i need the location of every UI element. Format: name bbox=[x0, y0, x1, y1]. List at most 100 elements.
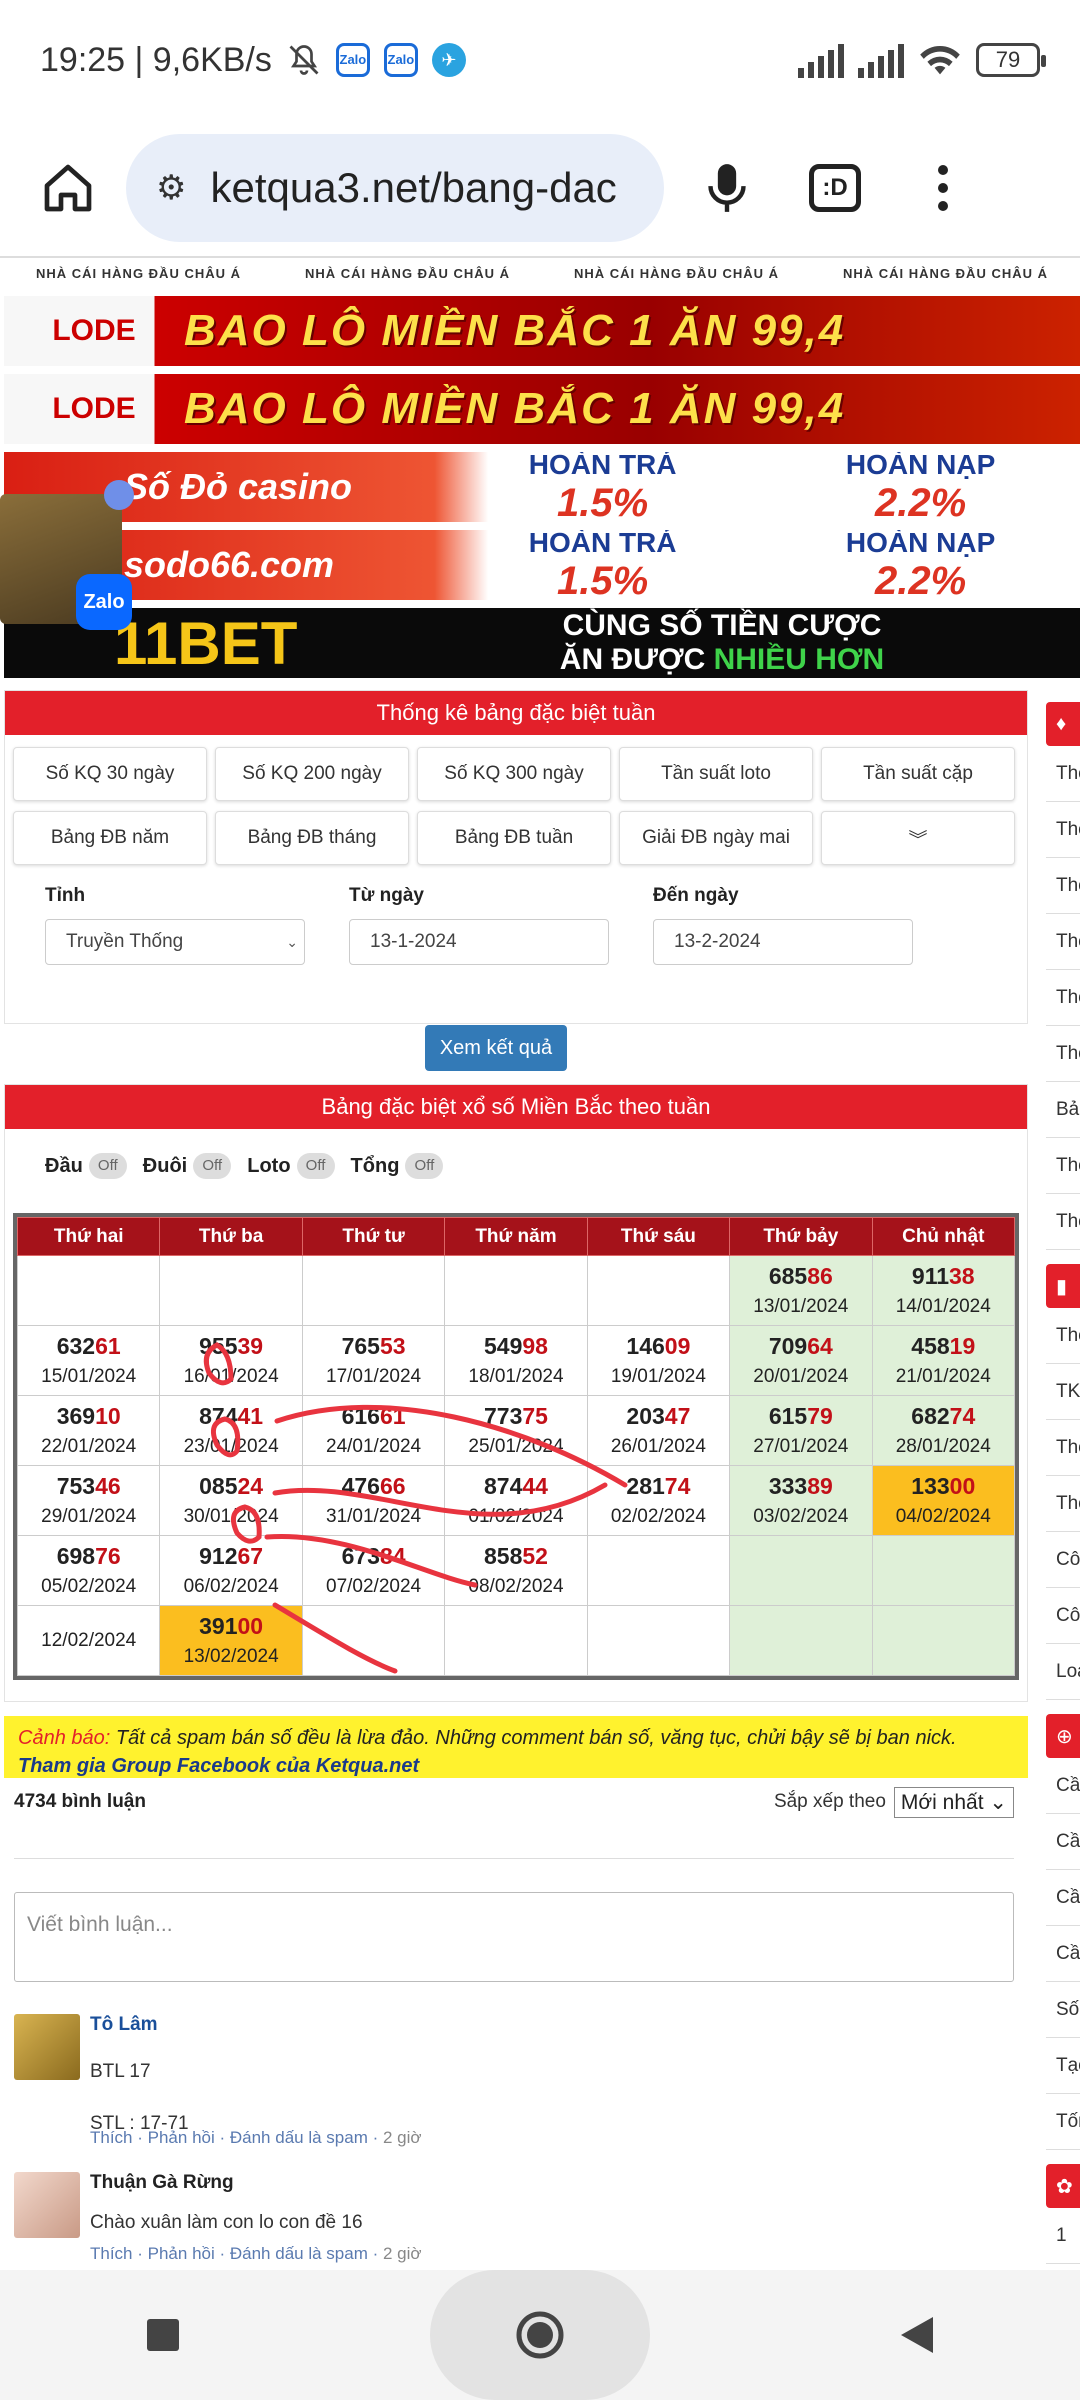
sidebar-link[interactable]: The bbox=[1046, 1476, 1080, 1532]
home-button[interactable] bbox=[28, 148, 108, 228]
sidebar-link[interactable]: The the bbox=[1046, 1138, 1080, 1194]
toggle-switch[interactable]: Off bbox=[296, 1153, 335, 1179]
sidebar-link[interactable]: The bbox=[1046, 746, 1080, 802]
province-select[interactable]: Truyền Thống ⌄ bbox=[45, 919, 305, 965]
to-date-input[interactable]: 13-2-2024 bbox=[653, 919, 913, 965]
sort-select[interactable]: Mới nhất ⌄ bbox=[893, 1786, 1014, 1818]
mark-spam-link[interactable]: Đánh dấu là spam bbox=[230, 2244, 368, 2263]
comment-actions: Thích · Phản hồi · Đánh dấu là spam · 2 … bbox=[90, 2244, 422, 2263]
sidebar-section-header: ✿ bbox=[1046, 2164, 1080, 2208]
result-head-digits: 203 bbox=[626, 1403, 665, 1429]
result-tail-digits: 52 bbox=[522, 1543, 548, 1569]
toggle-label: Loto bbox=[247, 1154, 291, 1177]
facebook-group-link[interactable]: Tham gia Group Facebook của Ketqua.net bbox=[18, 1752, 1014, 1780]
circle-icon bbox=[516, 2311, 564, 2359]
sodo-refund-label: HOÀN TRẢ bbox=[528, 530, 677, 558]
btn-tan-suat-loto[interactable]: Tần suất loto bbox=[619, 747, 813, 801]
banner-lode-2[interactable]: LODE BAO LÔ MIỀN BẮC 1 ĂN 99,4 bbox=[4, 374, 1080, 444]
result-cell bbox=[444, 1605, 588, 1676]
toggle-switch[interactable]: Off bbox=[405, 1153, 444, 1179]
btn-bang-db-tuan[interactable]: Bảng ĐB tuần bbox=[417, 811, 611, 865]
sidebar-link[interactable]: Cô bbox=[1046, 1532, 1080, 1588]
btn-kq-200[interactable]: Số KQ 200 ngày bbox=[215, 747, 409, 801]
result-tail-digits: 76 bbox=[95, 1543, 121, 1569]
toggle-switch[interactable]: Off bbox=[88, 1153, 127, 1179]
banner-sodo-1[interactable]: Số Đỏ casino HOÀN TRẢ 1.5% HOÀN NẠP 2.2% bbox=[4, 452, 1080, 522]
sidebar-link[interactable]: The bbox=[1046, 1194, 1080, 1250]
banner-lode-1[interactable]: LODE BAO LÔ MIỀN BẮC 1 ĂN 99,4 bbox=[4, 296, 1080, 366]
avatar[interactable] bbox=[14, 2172, 80, 2238]
sidebar-link[interactable]: The bbox=[1046, 1308, 1080, 1364]
banner-sodo-2[interactable]: sodo66.com HOÀN TRẢ 1.5% HOÀN NẠP 2.2% bbox=[4, 530, 1080, 600]
sidebar-link[interactable]: TK bbox=[1046, 1364, 1080, 1420]
sidebar-link[interactable]: Cầ bbox=[1046, 1814, 1080, 1870]
btn-bang-db-nam[interactable]: Bảng ĐB năm bbox=[13, 811, 207, 865]
btn-kq-30[interactable]: Số KQ 30 ngày bbox=[13, 747, 207, 801]
comment-author[interactable]: Tô Lâm bbox=[90, 2014, 158, 2036]
result-cell: 36910 22/01/2024 bbox=[16, 1395, 161, 1466]
comment-input[interactable]: Viết bình luận... bbox=[14, 1892, 1014, 1982]
result-date: 13/02/2024 bbox=[183, 1646, 279, 1667]
banner-top-strip[interactable]: NHÀ CÁI HÀNG ĐẦU CHÂU Á NHÀ CÁI HÀNG ĐẦU… bbox=[4, 258, 1080, 288]
result-head-digits: 874 bbox=[199, 1403, 238, 1429]
sidebar-link[interactable]: 1 bbox=[1046, 2208, 1080, 2264]
result-tail-digits: 74 bbox=[949, 1403, 976, 1429]
site-settings-icon[interactable]: ⚙ bbox=[156, 168, 186, 208]
table-row: 75346 29/01/2024 08524 30/01/2024 47666 31/01… bbox=[16, 1465, 1016, 1536]
sidebar-link[interactable]: Cô VIP bbox=[1046, 1588, 1080, 1644]
result-number: 28174 bbox=[588, 1473, 729, 1500]
btn-tan-suat-cap[interactable]: Tần suất cặp bbox=[821, 747, 1015, 801]
reply-link[interactable]: Phản hồi bbox=[148, 2244, 215, 2263]
home-nav-button[interactable] bbox=[429, 2270, 650, 2400]
btn-giai-db-ngay-mai[interactable]: Giải ĐB ngày mai bbox=[619, 811, 813, 865]
sidebar-link[interactable]: The lot bbox=[1046, 914, 1080, 970]
sidebar-link[interactable]: The bbox=[1046, 858, 1080, 914]
sodo-topup-label: HOÀN NẠP bbox=[845, 530, 996, 558]
result-date: 02/02/2024 bbox=[610, 1506, 706, 1527]
sidebar-link[interactable]: Tốr bbox=[1046, 2094, 1080, 2150]
zalo-chat-button[interactable]: Zalo bbox=[76, 574, 132, 630]
sidebar-link[interactable]: The bbox=[1046, 970, 1080, 1026]
back-button[interactable] bbox=[857, 2275, 977, 2395]
sidebar-link[interactable]: Số bbox=[1046, 1982, 1080, 2038]
sidebar-link[interactable]: Bản bbox=[1046, 1082, 1080, 1138]
sidebar-link[interactable]: Cầ bbox=[1046, 1870, 1080, 1926]
sidebar-link[interactable]: Tạc bbox=[1046, 2038, 1080, 2094]
result-number: 39100 bbox=[160, 1613, 301, 1640]
signal-icon-2 bbox=[858, 42, 904, 78]
btn-bang-db-thang[interactable]: Bảng ĐB tháng bbox=[215, 811, 409, 865]
btn-kq-300[interactable]: Số KQ 300 ngày bbox=[417, 747, 611, 801]
sidebar-link[interactable]: The bbox=[1046, 1026, 1080, 1082]
result-cell: 33389 03/02/2024 bbox=[729, 1465, 873, 1536]
like-link[interactable]: Thích bbox=[90, 2244, 133, 2263]
result-number: 61579 bbox=[730, 1403, 871, 1430]
banner-11bet[interactable]: 11BET CÙNG SỐ TIỀN CƯỢC ĂN ĐƯỢC NHIỀU HƠ… bbox=[4, 608, 1080, 678]
url-bar[interactable]: ⚙ ketqua3.net/bang-dac bbox=[126, 134, 664, 242]
sidebar-link[interactable]: Loa bbox=[1046, 1644, 1080, 1700]
result-date: 27/01/2024 bbox=[753, 1436, 849, 1457]
sidebar-link[interactable]: The bbox=[1046, 1420, 1080, 1476]
comment-author[interactable]: Thuận Gà Rừng bbox=[90, 2172, 234, 2194]
expand-more-button[interactable]: ︾ bbox=[821, 811, 1015, 865]
sidebar-link[interactable]: Cầ bbox=[1046, 1926, 1080, 1982]
browser-menu-button[interactable] bbox=[898, 143, 988, 233]
view-results-button[interactable]: Xem kết quả bbox=[425, 1025, 567, 1071]
result-number: 87441 bbox=[160, 1403, 301, 1430]
avatar[interactable] bbox=[14, 2014, 80, 2080]
result-date: 08/02/2024 bbox=[468, 1576, 564, 1597]
toggle-switch[interactable]: Off bbox=[193, 1153, 232, 1179]
recents-button[interactable] bbox=[103, 2275, 223, 2395]
from-date-input[interactable]: 13-1-2024 bbox=[349, 919, 609, 965]
sidebar-link[interactable]: Cầ bbox=[1046, 1758, 1080, 1814]
tab-switcher-button[interactable]: :D bbox=[790, 143, 880, 233]
voice-search-button[interactable] bbox=[682, 143, 772, 233]
sidebar-link[interactable]: The lot bbox=[1046, 802, 1080, 858]
stats-panel-title: Thống kê bảng đặc biệt tuần bbox=[5, 691, 1027, 735]
mark-spam-link[interactable]: Đánh dấu là spam bbox=[230, 2128, 368, 2147]
like-link[interactable]: Thích bbox=[90, 2128, 133, 2147]
result-cell bbox=[729, 1605, 873, 1676]
result-tail-digits: 74 bbox=[664, 1473, 691, 1499]
result-tail-digits: 61 bbox=[95, 1333, 121, 1359]
reply-link[interactable]: Phản hồi bbox=[148, 2128, 215, 2147]
banner-strip-text: NHÀ CÁI HÀNG ĐẦU CHÂU Á bbox=[36, 265, 241, 281]
